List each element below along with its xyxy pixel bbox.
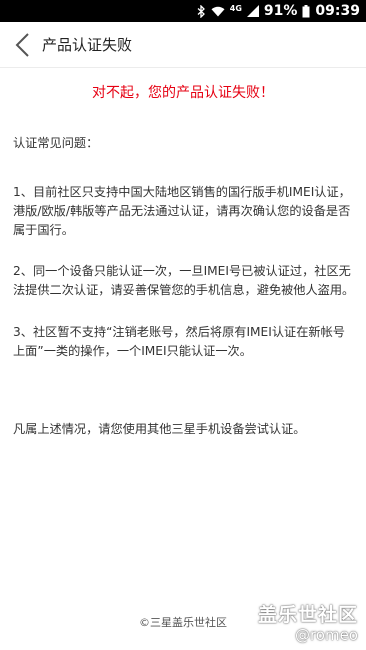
faq-item-3: 3、社区暂不支持“注销老账号，然后将原有IMEI认证在新帐号上面”一类的操作，一… <box>13 325 345 358</box>
clock: 09:39 <box>315 3 360 19</box>
faq-item-2: 2、同一个设备只能认证一次，一旦IMEI号已被认证过，社区无法提供二次认证，请妥… <box>13 264 355 297</box>
page-title: 产品认证失败 <box>42 36 133 54</box>
battery-level: 91% <box>263 3 298 19</box>
wifi-icon <box>211 6 225 17</box>
error-heading: 对不起，您的产品认证失败！ <box>92 85 274 101</box>
status-bar: 4G 91% 09:39 <box>0 0 366 22</box>
faq-title: 认证常见问题： <box>13 136 99 150</box>
status-icons: 4G 91% 09:39 <box>197 0 360 22</box>
watermark-user: @romeo <box>294 626 358 644</box>
back-chevron-icon <box>15 33 29 57</box>
battery-icon <box>302 4 310 18</box>
closing-text: 凡属上述情况，请您使用其他三星手机设备尝试认证。 <box>13 422 306 436</box>
app-bar: 产品认证失败 <box>0 22 366 68</box>
network-type: 4G <box>229 3 242 13</box>
signal-icon <box>246 5 259 17</box>
faq-item-1: 1、目前社区只支持中国大陆地区销售的国行版手机IMEI认证，港版/欧版/韩版等产… <box>13 185 351 237</box>
watermark-brand: 盖乐世社区 <box>257 604 358 626</box>
back-button[interactable] <box>8 28 38 62</box>
bluetooth-icon <box>197 4 206 18</box>
